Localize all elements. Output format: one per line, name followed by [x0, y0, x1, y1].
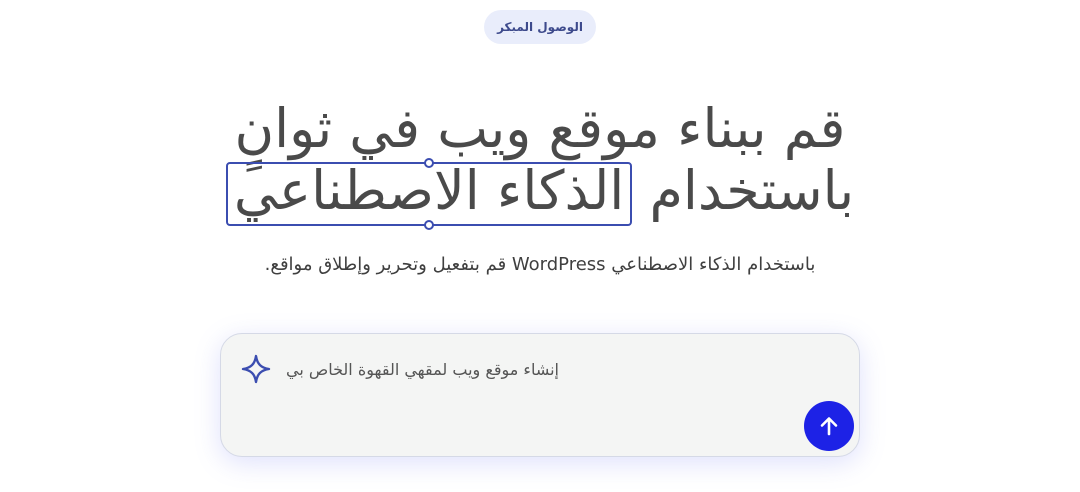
page: الوصول المبكر قم ببناء موقع ويب في ثوانٍ…	[0, 0, 1080, 492]
prompt-box	[220, 333, 860, 457]
early-access-badge: الوصول المبكر	[484, 10, 596, 44]
page-subtitle: باستخدام الذكاء الاصطناعي WordPress قم ب…	[264, 254, 816, 275]
early-access-label: الوصول المبكر	[497, 20, 583, 34]
headline-highlight[interactable]: الذكاء الاصطناعي	[225, 158, 633, 230]
prompt-input[interactable]	[287, 356, 559, 382]
headline-lead-text: باستخدام	[649, 159, 855, 222]
sparkle-icon	[241, 354, 271, 384]
arrow-up-icon	[820, 417, 838, 436]
page-title: قم ببناء موقع ويب في ثوانٍ باستخدام الذك…	[180, 97, 900, 230]
headline-line-1: قم ببناء موقع ويب في ثوانٍ	[234, 97, 846, 160]
send-button[interactable]	[804, 401, 854, 451]
headline-highlight-text: الذكاء الاصطناعي	[233, 159, 625, 222]
headline-line-2: باستخدام الذكاء الاصطناعي	[180, 158, 900, 230]
